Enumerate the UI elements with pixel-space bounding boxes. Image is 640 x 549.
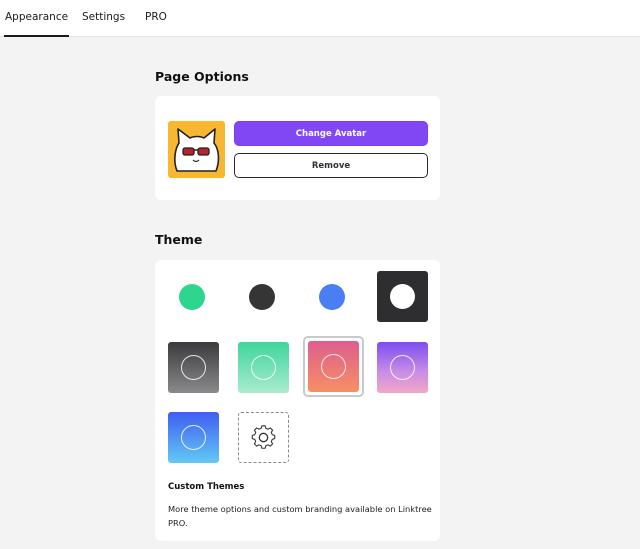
- theme-tile-pink-orange-gradient[interactable]: [308, 341, 359, 392]
- theme-card: Custom Themes More theme options and cus…: [155, 260, 440, 541]
- theme-tile-blue-gradient[interactable]: [168, 412, 219, 463]
- custom-theme-tile[interactable]: [238, 412, 289, 463]
- theme-preview-circle: [251, 355, 276, 380]
- remove-avatar-button[interactable]: Remove: [234, 153, 428, 178]
- theme-green-dot[interactable]: [179, 284, 205, 310]
- cat-sunglasses-icon: [174, 128, 220, 172]
- custom-themes-title: Custom Themes: [168, 482, 245, 492]
- theme-tile-dark[interactable]: [377, 271, 428, 322]
- avatar[interactable]: [168, 121, 225, 178]
- custom-themes-description: More theme options and custom branding a…: [168, 504, 432, 528]
- theme-tile-green-gradient[interactable]: [238, 342, 289, 393]
- change-avatar-button[interactable]: Change Avatar: [234, 121, 428, 146]
- theme-preview-circle: [181, 425, 206, 450]
- gear-icon: [251, 425, 276, 449]
- theme-tile-purple-gradient[interactable]: [377, 342, 428, 393]
- page-options-heading: Page Options: [155, 69, 249, 84]
- page-options-card: Change Avatar Remove: [155, 96, 440, 200]
- theme-preview-circle: [321, 354, 346, 379]
- theme-tile-grey-gradient[interactable]: [168, 342, 219, 393]
- tab-pro[interactable]: PRO: [145, 11, 167, 23]
- theme-preview-circle: [390, 355, 415, 380]
- theme-dark-dot[interactable]: [249, 284, 275, 310]
- theme-preview-circle: [181, 355, 206, 380]
- tab-settings[interactable]: Settings: [82, 11, 125, 23]
- tab-appearance[interactable]: Appearance: [3, 11, 70, 37]
- theme-blue-dot[interactable]: [319, 284, 345, 310]
- theme-heading: Theme: [155, 232, 203, 247]
- theme-preview-circle: [390, 284, 415, 309]
- top-nav-bar: Appearance Settings PRO: [0, 0, 640, 37]
